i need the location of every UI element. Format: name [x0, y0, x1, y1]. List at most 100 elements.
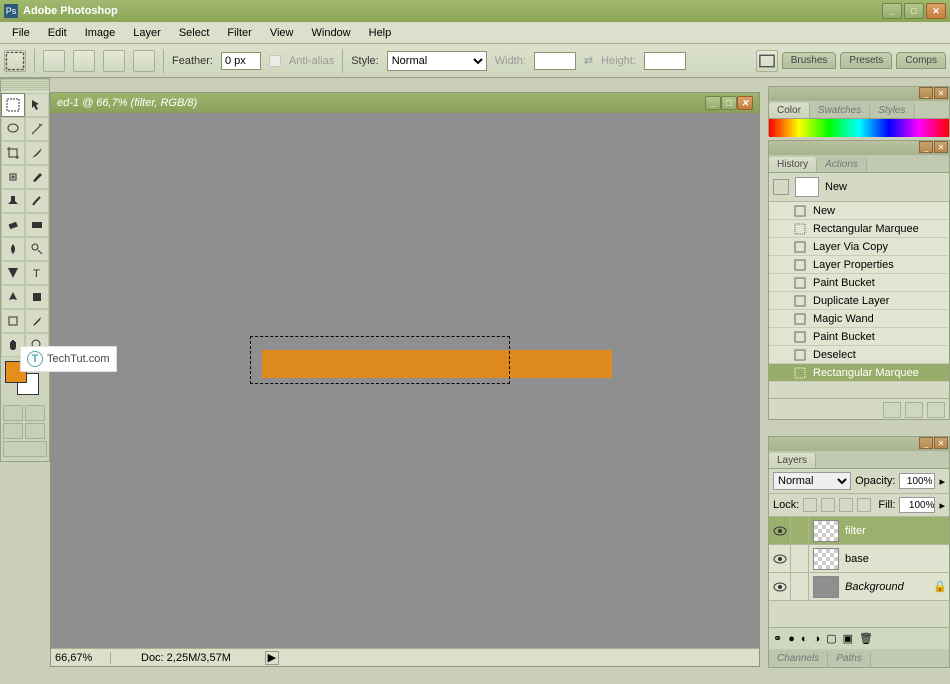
fill-input[interactable]: [899, 497, 935, 513]
canvas-area[interactable]: [51, 113, 759, 648]
selection-intersect-icon[interactable]: [133, 50, 155, 72]
screenmode-standard-icon[interactable]: [3, 405, 23, 421]
crop-tool[interactable]: [1, 141, 25, 165]
doc-minimize-button[interactable]: _: [705, 96, 721, 110]
history-item[interactable]: Paint Bucket: [769, 328, 949, 346]
menu-window[interactable]: Window: [304, 25, 359, 41]
tab-paths[interactable]: Paths: [828, 651, 871, 667]
panel-close-icon[interactable]: ✕: [934, 87, 948, 99]
marquee-tool[interactable]: [1, 93, 25, 117]
lock-all-icon[interactable]: [857, 498, 871, 512]
snapshot-brush-icon[interactable]: [773, 179, 789, 195]
layer-item[interactable]: base: [769, 545, 949, 573]
panel-minimize-icon[interactable]: _: [919, 437, 933, 449]
visibility-icon[interactable]: [769, 573, 791, 601]
menu-help[interactable]: Help: [361, 25, 400, 41]
lock-transparent-icon[interactable]: [803, 498, 817, 512]
tab-styles[interactable]: Styles: [870, 103, 914, 118]
mask-icon[interactable]: ◐: [801, 633, 808, 645]
palette-well-icon[interactable]: [756, 50, 778, 72]
visibility-icon[interactable]: [769, 545, 791, 573]
link-cell[interactable]: [791, 517, 809, 545]
wand-tool[interactable]: [25, 117, 49, 141]
menu-edit[interactable]: Edit: [40, 25, 75, 41]
history-item[interactable]: Rectangular Marquee: [769, 364, 949, 382]
link-icon[interactable]: ⚭: [773, 632, 782, 645]
path-tool[interactable]: [1, 261, 25, 285]
canvas[interactable]: [87, 146, 723, 625]
shape-tool[interactable]: [25, 285, 49, 309]
minimize-button[interactable]: _: [882, 3, 902, 19]
trash-icon[interactable]: 🗑: [859, 632, 873, 645]
link-cell[interactable]: [791, 545, 809, 573]
tab-actions[interactable]: Actions: [817, 157, 867, 172]
move-tool[interactable]: [25, 93, 49, 117]
notes-tool[interactable]: [1, 309, 25, 333]
marquee-tool-icon[interactable]: [4, 50, 26, 72]
slice-tool[interactable]: [25, 141, 49, 165]
delete-icon[interactable]: [927, 402, 945, 418]
panel-close-icon[interactable]: ✕: [934, 141, 948, 153]
toolbox-handle[interactable]: [1, 79, 49, 91]
history-item[interactable]: Paint Bucket: [769, 274, 949, 292]
type-tool[interactable]: T: [25, 261, 49, 285]
doc-maximize-button[interactable]: □: [721, 96, 737, 110]
history-snapshot-row[interactable]: New: [769, 173, 949, 202]
tab-channels[interactable]: Channels: [769, 651, 828, 667]
menu-image[interactable]: Image: [77, 25, 124, 41]
feather-input[interactable]: [221, 52, 261, 70]
brushes-tab[interactable]: Brushes: [782, 52, 837, 69]
blend-mode-select[interactable]: Normal: [773, 472, 851, 490]
gradient-tool[interactable]: [25, 213, 49, 237]
doc-info[interactable]: Doc: 2,25M/3,57M: [111, 652, 261, 664]
screenmode-full-icon[interactable]: [25, 405, 45, 421]
history-item[interactable]: Magic Wand: [769, 310, 949, 328]
maximize-button[interactable]: □: [904, 3, 924, 19]
new-layer-icon[interactable]: ▣: [843, 632, 853, 645]
comps-tab[interactable]: Comps: [896, 52, 946, 69]
brush-tool[interactable]: [25, 165, 49, 189]
selection-new-icon[interactable]: [43, 50, 65, 72]
lock-position-icon[interactable]: [839, 498, 853, 512]
fx-icon[interactable]: ●: [788, 633, 795, 645]
eyedropper-tool[interactable]: [25, 309, 49, 333]
history-item[interactable]: Rectangular Marquee: [769, 220, 949, 238]
history-item[interactable]: Deselect: [769, 346, 949, 364]
selection-add-icon[interactable]: [73, 50, 95, 72]
layer-item[interactable]: filter: [769, 517, 949, 545]
lock-image-icon[interactable]: [821, 498, 835, 512]
panel-minimize-icon[interactable]: _: [919, 141, 933, 153]
history-item[interactable]: Layer Via Copy: [769, 238, 949, 256]
folder-icon[interactable]: ▢: [826, 632, 836, 645]
history-brush-tool[interactable]: [25, 189, 49, 213]
color-spectrum[interactable]: [769, 119, 949, 137]
menu-filter[interactable]: Filter: [219, 25, 259, 41]
presets-tab[interactable]: Presets: [840, 52, 892, 69]
menu-layer[interactable]: Layer: [125, 25, 169, 41]
dodge-tool[interactable]: [25, 237, 49, 261]
chevron-icon[interactable]: ▸: [939, 475, 945, 488]
layer-item[interactable]: Background🔒: [769, 573, 949, 601]
zoom-display[interactable]: 66,67%: [51, 652, 111, 664]
panel-close-icon[interactable]: ✕: [934, 437, 948, 449]
tab-history[interactable]: History: [769, 157, 817, 172]
selection-subtract-icon[interactable]: [103, 50, 125, 72]
doc-titlebar[interactable]: ed-1 @ 66,7% (filter, RGB/8) _ □ ✕: [51, 93, 759, 113]
tab-color[interactable]: Color: [769, 103, 810, 118]
pen-tool[interactable]: [1, 285, 25, 309]
new-doc-icon[interactable]: [883, 402, 901, 418]
blur-tool[interactable]: [1, 237, 25, 261]
style-select[interactable]: Normal: [387, 51, 487, 71]
quickmask2-icon[interactable]: [25, 423, 45, 439]
tab-swatches[interactable]: Swatches: [810, 103, 870, 118]
new-snapshot-icon[interactable]: [905, 402, 923, 418]
jump-icon[interactable]: [3, 441, 47, 457]
history-item[interactable]: New: [769, 202, 949, 220]
doc-info-menu-icon[interactable]: ▶: [265, 651, 279, 665]
stamp-tool[interactable]: [1, 189, 25, 213]
history-item[interactable]: Duplicate Layer: [769, 292, 949, 310]
close-button[interactable]: ✕: [926, 3, 946, 19]
adjustment-icon[interactable]: ◑: [814, 633, 821, 645]
menu-file[interactable]: File: [4, 25, 38, 41]
link-cell[interactable]: [791, 573, 809, 601]
